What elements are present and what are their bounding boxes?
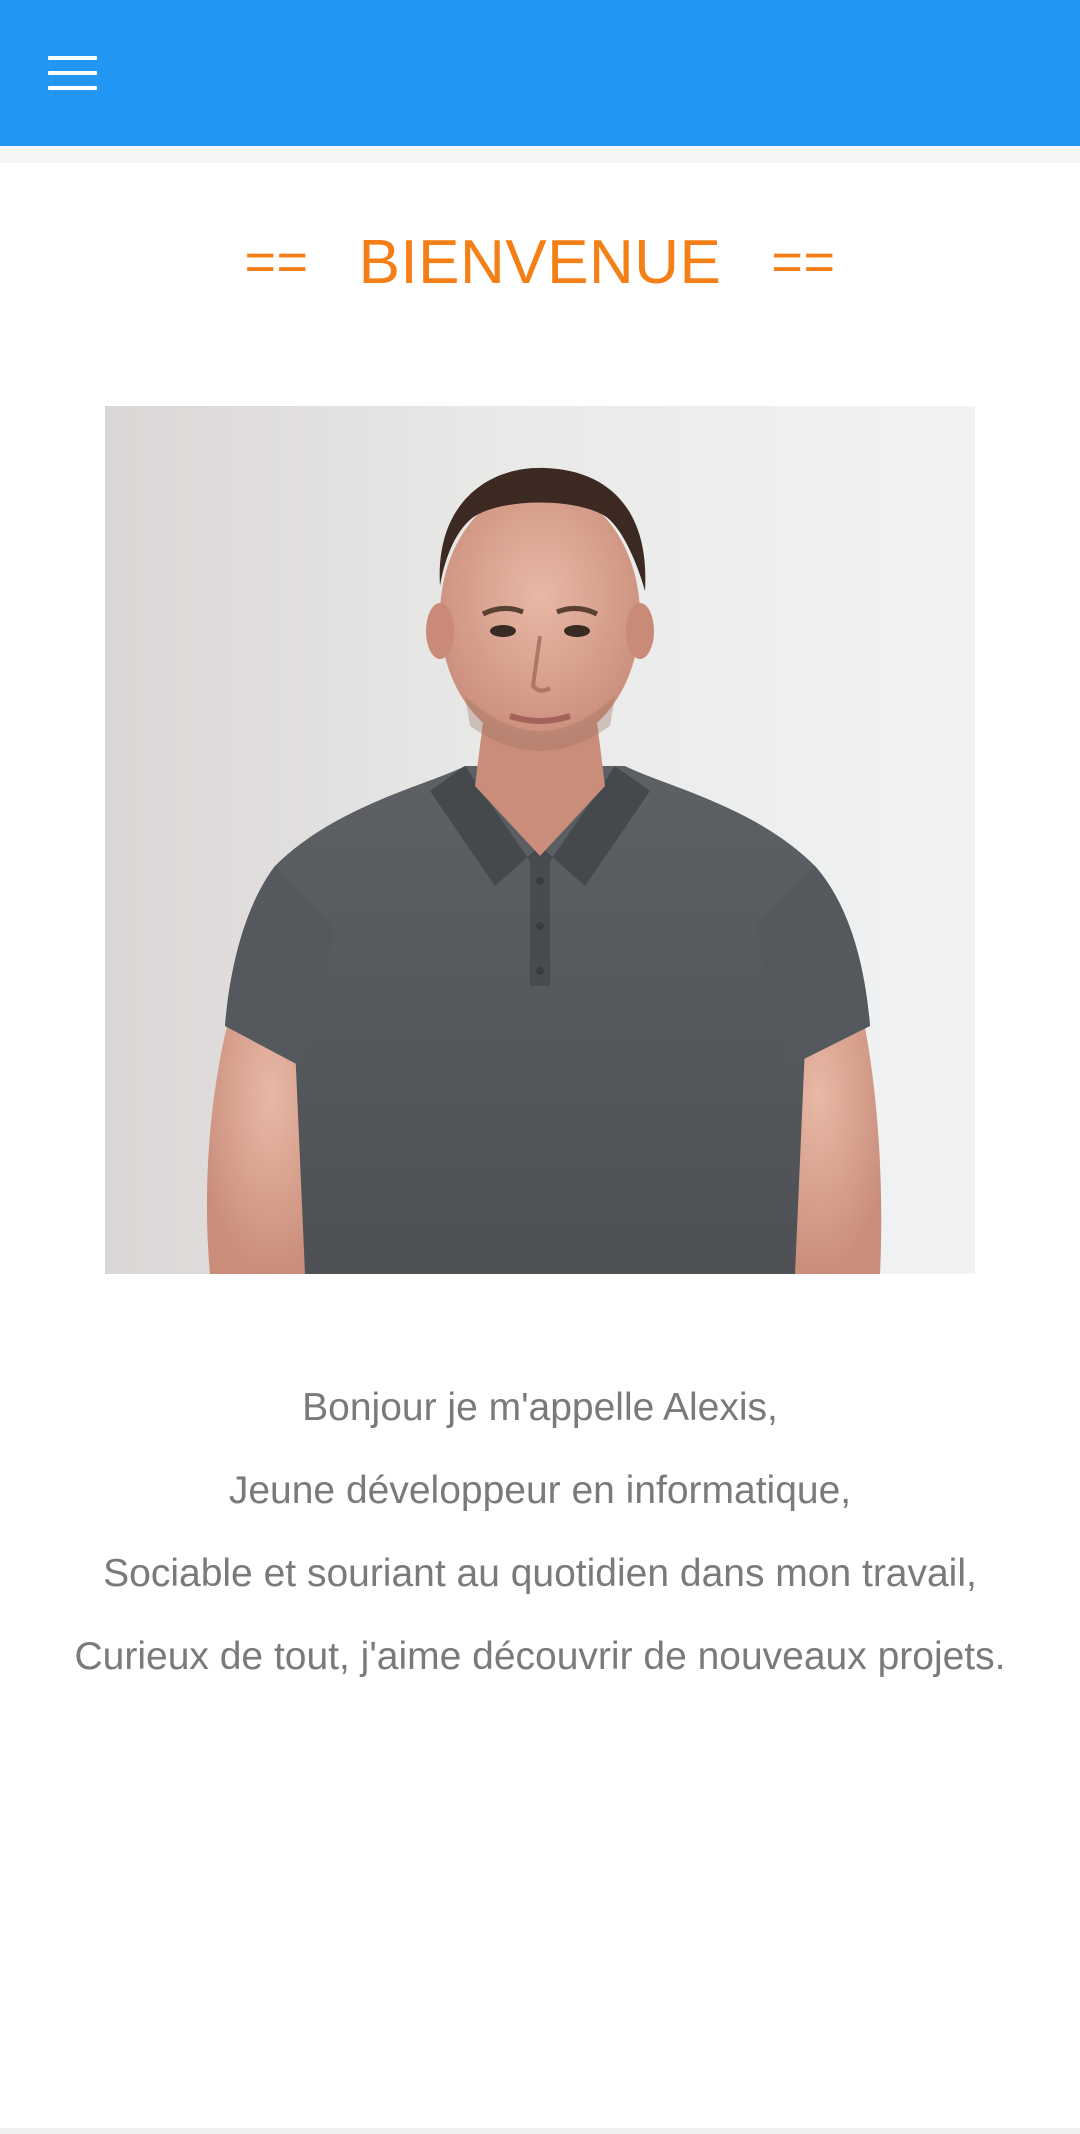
menu-button[interactable] [38,45,108,101]
hamburger-menu-icon [48,56,97,60]
intro-line: Jeune développeur en informatique, [228,1469,852,1512]
intro-line: Bonjour je m'appelle Alexis, [302,1386,778,1429]
title-text: BIENVENUE [358,227,722,297]
app-bar [0,0,1080,146]
title-left-decoration: == [244,232,309,292]
title-right-decoration: == [771,232,836,292]
page-title: == BIENVENUE == [0,222,1080,302]
bottom-divider [0,2128,1080,2134]
intro-text: Bonjour je m'appelle Alexis, Jeune dével… [0,1370,1080,1702]
profile-photo [105,406,975,1274]
app-bar-shadow [0,146,1080,163]
intro-line: Curieux de tout, j'aime découvrir de nou… [74,1635,1006,1678]
intro-line: Sociable et souriant au quotidien dans m… [103,1552,977,1595]
